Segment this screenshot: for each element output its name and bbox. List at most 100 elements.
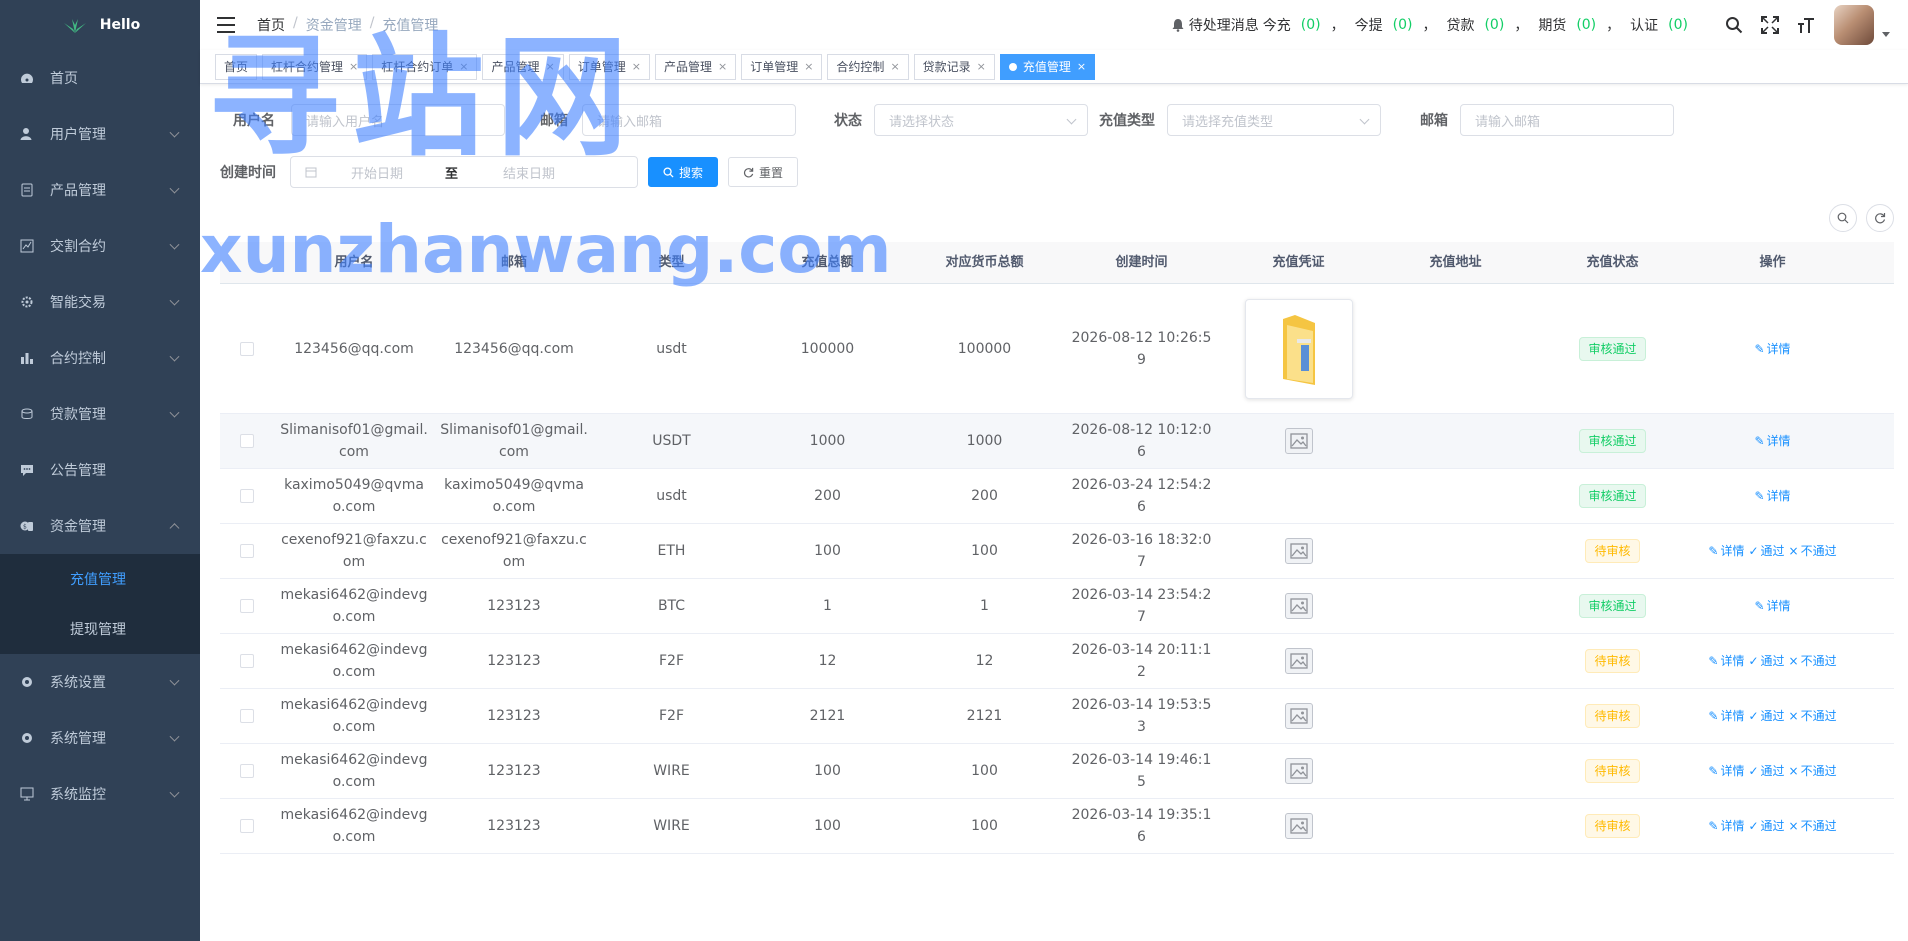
image-placeholder-icon[interactable] <box>1284 813 1313 839</box>
row-checkbox[interactable] <box>240 544 254 558</box>
tag-6[interactable]: 订单管理 × <box>741 53 823 80</box>
sidebar-item-item-8[interactable]: $ 资金管理 <box>0 498 200 554</box>
approve-button[interactable]: ✓ 通过 <box>1747 819 1785 833</box>
status-select[interactable]: 请选择状态 <box>874 104 1088 136</box>
detail-button[interactable]: ✎ 详情 <box>1707 709 1745 723</box>
tag-2[interactable]: 杠杆合约订单 × <box>372 53 478 80</box>
fullscreen-icon[interactable] <box>1760 15 1780 35</box>
table-row[interactable]: mekasi6462@indevgo.com 123123 WIRE 100 100 20… <box>220 744 1894 799</box>
approve-button[interactable]: ✓ 通过 <box>1747 544 1785 558</box>
tag-7[interactable]: 合约控制 × <box>827 53 909 80</box>
sidebar-subitem-1[interactable]: 提现管理 <box>0 604 200 654</box>
tag-3[interactable]: 产品管理 × <box>482 53 564 80</box>
sidebar-item-after-2[interactable]: 系统监控 <box>0 766 200 822</box>
tag-0[interactable]: 首页 <box>215 53 258 80</box>
toggle-search-button[interactable] <box>1829 204 1857 232</box>
sidebar-item-item-2[interactable]: 产品管理 <box>0 162 200 218</box>
sidebar-item-after-0[interactable]: 系统设置 <box>0 654 200 710</box>
image-placeholder-icon[interactable] <box>1284 703 1313 729</box>
reject-button[interactable]: × 不通过 <box>1788 819 1838 833</box>
row-checkbox-cell[interactable] <box>220 709 274 723</box>
sidebar-item-item-5[interactable]: 合约控制 <box>0 330 200 386</box>
date-range-picker[interactable]: 开始日期 至 结束日期 <box>290 156 638 188</box>
sidebar-item-item-0[interactable]: 首页 <box>0 50 200 106</box>
detail-button[interactable]: ✎ 详情 <box>1753 434 1791 448</box>
email-input[interactable]: 请输入邮箱 <box>582 104 796 136</box>
pending-notice[interactable]: 待处理消息 今充 (0) ， 今提 (0) ， 贷款 (0) ， 期货 (0) ， 认证 (0) <box>1171 15 1694 35</box>
close-icon[interactable]: × <box>977 55 986 79</box>
tag-9[interactable]: 充值管理 × <box>999 53 1096 80</box>
approve-button[interactable]: ✓ 通过 <box>1747 654 1785 668</box>
notice-count[interactable]: (0) <box>1668 17 1688 33</box>
detail-button[interactable]: ✎ 详情 <box>1753 342 1791 356</box>
proof-thumbnail[interactable] <box>1244 298 1353 399</box>
recharge-type-select[interactable]: 请选择充值类型 <box>1167 104 1381 136</box>
row-checkbox[interactable] <box>240 489 254 503</box>
notice-count[interactable]: (0) <box>1484 17 1504 33</box>
sidebar-subitem-0[interactable]: 充值管理 <box>0 554 200 604</box>
table-row[interactable]: mekasi6462@indevgo.com 123123 F2F 2121 2121 2… <box>220 689 1894 744</box>
detail-button[interactable]: ✎ 详情 <box>1753 489 1791 503</box>
table-row[interactable]: mekasi6462@indevgo.com 123123 F2F 12 12 2026-… <box>220 634 1894 689</box>
table-row[interactable]: mekasi6462@indevgo.com 123123 BTC 1 1 2026-03… <box>220 579 1894 634</box>
reject-button[interactable]: × 不通过 <box>1788 764 1838 778</box>
hamburger-icon[interactable] <box>217 17 235 33</box>
close-icon[interactable]: × <box>804 55 813 79</box>
caret-down-icon[interactable] <box>1882 31 1890 37</box>
username-input[interactable]: 请输入用户名 <box>291 104 505 136</box>
detail-button[interactable]: ✎ 详情 <box>1753 599 1791 613</box>
email2-input[interactable]: 请输入邮箱 <box>1460 104 1674 136</box>
sidebar-item-item-7[interactable]: 公告管理 <box>0 442 200 498</box>
image-placeholder-icon[interactable] <box>1284 428 1313 454</box>
row-checkbox-cell[interactable] <box>220 489 274 503</box>
sidebar-item-after-1[interactable]: 系统管理 <box>0 710 200 766</box>
table-row[interactable]: cexenof921@faxzu.com cexenof921@faxzu.com… <box>220 524 1894 579</box>
detail-button[interactable]: ✎ 详情 <box>1707 544 1745 558</box>
image-placeholder-icon[interactable] <box>1284 758 1313 784</box>
close-icon[interactable]: × <box>1077 55 1086 79</box>
row-checkbox[interactable] <box>240 654 254 668</box>
notice-count[interactable]: (0) <box>1393 17 1413 33</box>
sidebar-item-item-6[interactable]: 贷款管理 <box>0 386 200 442</box>
row-checkbox-cell[interactable] <box>220 341 274 356</box>
tag-8[interactable]: 贷款记录 × <box>913 53 995 80</box>
close-icon[interactable]: × <box>459 55 468 79</box>
row-checkbox-cell[interactable] <box>220 654 274 668</box>
row-checkbox[interactable] <box>240 341 254 356</box>
detail-button[interactable]: ✎ 详情 <box>1707 654 1745 668</box>
sidebar-item-item-4[interactable]: 智能交易 <box>0 274 200 330</box>
refresh-table-button[interactable] <box>1866 204 1894 232</box>
tag-4[interactable]: 订单管理 × <box>568 53 650 80</box>
reject-button[interactable]: × 不通过 <box>1788 654 1838 668</box>
sidebar-item-item-3[interactable]: 交割合约 <box>0 218 200 274</box>
approve-button[interactable]: ✓ 通过 <box>1747 764 1785 778</box>
row-checkbox-cell[interactable] <box>220 764 274 778</box>
reject-button[interactable]: × 不通过 <box>1788 544 1838 558</box>
table-row[interactable]: kaximo5049@qvmao.com kaximo5049@qvmao.com… <box>220 469 1894 524</box>
table-row[interactable]: Slimanisof01@gmail.com Slimanisof01@gmail… <box>220 414 1894 469</box>
row-checkbox-cell[interactable] <box>220 819 274 833</box>
detail-button[interactable]: ✎ 详情 <box>1707 764 1745 778</box>
tag-1[interactable]: 杠杆合约管理 × <box>262 53 368 80</box>
image-placeholder-icon[interactable] <box>1284 593 1313 619</box>
table-row[interactable]: 123456@qq.com 123456@qq.com usdt 100000 1000… <box>220 284 1894 414</box>
avatar[interactable] <box>1834 5 1874 45</box>
sidebar-item-item-1[interactable]: 用户管理 <box>0 106 200 162</box>
approve-button[interactable]: ✓ 通过 <box>1747 709 1785 723</box>
close-icon[interactable]: × <box>718 55 727 79</box>
row-checkbox-cell[interactable] <box>220 544 274 558</box>
row-checkbox[interactable] <box>240 819 254 833</box>
reject-button[interactable]: × 不通过 <box>1788 709 1838 723</box>
breadcrumb-item-home[interactable]: 首页 <box>257 15 285 35</box>
notice-count[interactable]: (0) <box>1301 17 1321 33</box>
font-size-icon[interactable] <box>1796 15 1816 35</box>
row-checkbox[interactable] <box>240 764 254 778</box>
close-icon[interactable]: × <box>349 55 358 79</box>
search-button[interactable]: 搜索 <box>648 157 719 187</box>
image-placeholder-icon[interactable] <box>1284 648 1313 674</box>
notice-count[interactable]: (0) <box>1576 17 1596 33</box>
row-checkbox[interactable] <box>240 709 254 723</box>
row-checkbox[interactable] <box>240 599 254 613</box>
close-icon[interactable]: × <box>890 55 899 79</box>
row-checkbox-cell[interactable] <box>220 434 274 448</box>
